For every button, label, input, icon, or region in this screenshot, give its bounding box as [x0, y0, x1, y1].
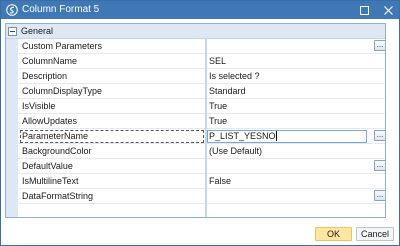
property-row-columnname[interactable]: ColumnName SEL	[18, 54, 385, 69]
property-row-custom-parameters[interactable]: Custom Parameters ...	[18, 39, 385, 54]
ellipsis-button[interactable]: ...	[374, 160, 385, 171]
property-name: Description	[22, 71, 68, 81]
property-row-backgroundcolor[interactable]: BackgroundColor (Use Default)	[18, 144, 385, 159]
property-row-defaultvalue[interactable]: DefaultValue ...	[18, 159, 385, 174]
property-value[interactable]: (Use Default)	[209, 146, 262, 156]
property-name: IsMultilineText	[22, 176, 79, 186]
property-row-description[interactable]: Description Is selected ?	[18, 69, 385, 84]
property-value[interactable]: True	[209, 116, 227, 126]
property-name: DefaultValue	[22, 161, 73, 171]
property-name: IsVisible	[22, 101, 56, 111]
property-row-isvisible[interactable]: IsVisible True	[18, 99, 385, 114]
property-name: BackgroundColor	[22, 146, 92, 156]
property-name: ParameterName	[22, 131, 89, 141]
ellipsis-button[interactable]: ...	[374, 130, 385, 141]
property-grid[interactable]: General Custom Parameters ... ColumnName…	[5, 23, 386, 218]
property-name: DataFormatString	[22, 191, 94, 201]
property-name: AllowUpdates	[22, 116, 78, 126]
property-value[interactable]: Is selected ?	[209, 71, 260, 81]
property-row-columndisplaytype[interactable]: ColumnDisplayType Standard	[18, 84, 385, 99]
property-value[interactable]: False	[209, 176, 231, 186]
property-row-parametername[interactable]: ParameterName P_LIST_YESNO ...	[18, 129, 385, 144]
grid-left-gutter	[6, 39, 18, 217]
property-row-ismultilinetext[interactable]: IsMultilineText False	[18, 174, 385, 189]
column-format-dialog: Column Format 5 General Custom Parameter…	[0, 0, 400, 246]
maximize-icon	[359, 5, 369, 15]
close-icon	[383, 5, 393, 15]
ellipsis-button[interactable]: ...	[374, 40, 385, 51]
close-button[interactable]	[380, 2, 396, 18]
ellipsis-button[interactable]: ...	[374, 190, 385, 201]
property-row-dataformatstring[interactable]: DataFormatString ...	[18, 189, 385, 204]
ok-button[interactable]: OK	[315, 227, 352, 241]
app-logo-icon	[6, 4, 18, 16]
category-general[interactable]: General	[6, 24, 385, 39]
text-caret	[276, 131, 277, 141]
property-name: ColumnName	[22, 56, 78, 66]
column-splitter[interactable]	[205, 39, 207, 217]
title-bar[interactable]: Column Format 5	[1, 1, 399, 19]
property-row-allowupdates[interactable]: AllowUpdates True	[18, 114, 385, 129]
property-name: Custom Parameters	[22, 41, 103, 51]
maximize-button[interactable]	[356, 2, 372, 18]
category-label: General	[21, 26, 54, 36]
window-title: Column Format 5	[22, 4, 100, 15]
property-value[interactable]: True	[209, 101, 227, 111]
property-value[interactable]: SEL	[209, 56, 226, 66]
property-name: ColumnDisplayType	[22, 86, 103, 96]
cancel-button[interactable]: Cancel	[356, 227, 394, 241]
collapse-icon[interactable]	[8, 27, 17, 36]
property-value[interactable]: Standard	[209, 86, 246, 96]
property-value-input[interactable]: P_LIST_YESNO	[209, 131, 276, 141]
